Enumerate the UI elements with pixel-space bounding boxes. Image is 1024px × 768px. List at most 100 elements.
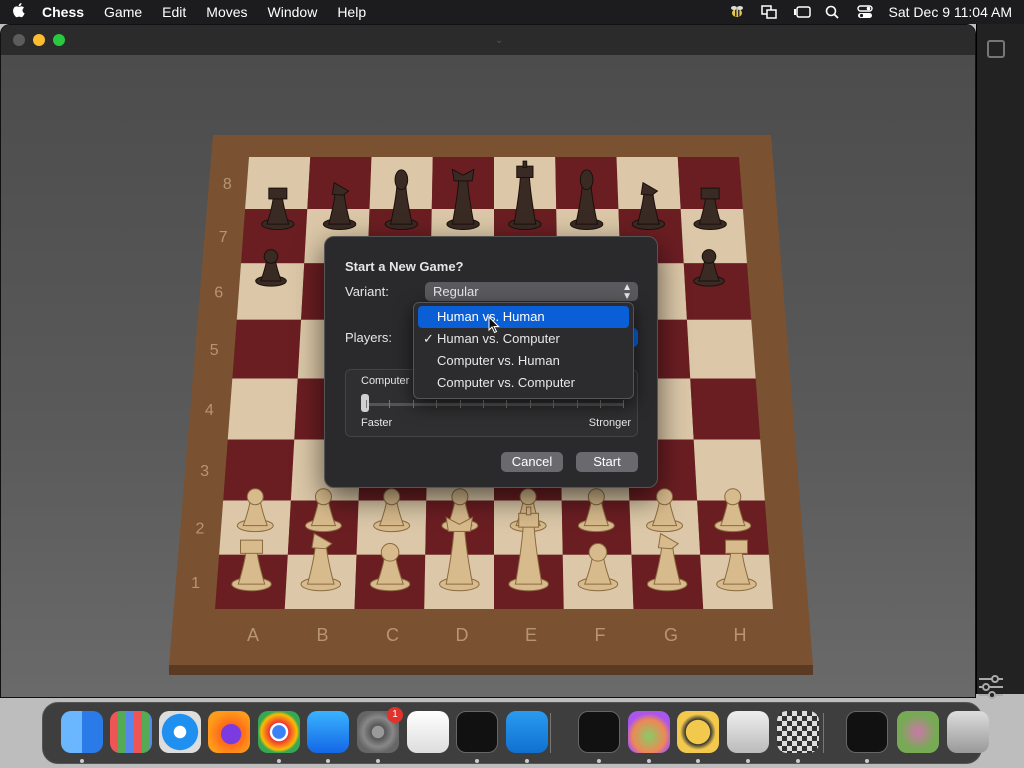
running-indicator [475,759,479,763]
file-label: C [386,625,399,645]
running-indicator [277,759,281,763]
dock-separator [823,713,824,753]
rank-label: 6 [214,284,223,301]
option-label: Computer vs. Computer [437,375,575,390]
chess-icon[interactable] [777,711,819,753]
option-computer-vs-computer[interactable]: Computer vs. Computer [418,372,629,394]
zoom-window-button[interactable] [53,34,65,46]
display-mirror-icon[interactable] [760,5,777,19]
stage-manager-icon[interactable] [793,5,811,19]
option-computer-vs-human[interactable]: Computer vs. Human [418,350,629,372]
rank-label: 8 [223,176,232,193]
finder-icon[interactable] [61,711,103,753]
safari-icon[interactable] [159,711,201,753]
menu-window[interactable]: Window [268,4,318,20]
board-square[interactable] [690,378,761,440]
launchpad-icon[interactable] [110,711,152,753]
menu-game[interactable]: Game [104,4,142,20]
notification-badge: 1 [387,707,403,723]
chevron-down-icon: ⌄ [495,35,504,46]
board-square[interactable] [683,263,752,320]
running-indicator [696,759,700,763]
stronger-label: Stronger [588,417,631,429]
dock: 1 [42,702,989,764]
strength-slider-thumb[interactable] [361,394,369,412]
running-indicator [865,759,869,763]
dialog-title: Start a New Game? [345,259,464,274]
slider-tick [553,400,555,408]
minimize-window-button[interactable] [33,34,45,46]
running-indicator [597,759,601,763]
trash-icon[interactable] [947,711,989,753]
option-human-vs-computer[interactable]: ✓ Human vs. Computer [418,328,629,350]
bee-icon[interactable] [729,5,745,19]
file-label: A [247,625,259,645]
faster-label: Faster [361,417,393,429]
slider-tick [506,400,508,408]
title-bar[interactable]: ⌄ [1,25,975,55]
chrome-icon[interactable] [258,711,300,753]
slider-tick [600,400,601,408]
slider-tick [576,400,578,408]
running-indicator [746,759,750,763]
rank-label: 3 [200,463,209,480]
slider-tick [459,400,461,408]
file-label: G [664,625,678,645]
apple-menu-icon[interactable] [12,2,42,23]
textedit-icon[interactable] [407,711,449,753]
variant-popup[interactable]: Regular ▲ ▼ [425,282,638,302]
computer-label: Computer [361,375,410,387]
menu-help[interactable]: Help [337,4,366,20]
close-window-button[interactable] [13,34,25,46]
control-center-icon[interactable] [856,5,873,19]
strength-slider-track[interactable] [366,403,624,406]
colorsync-icon[interactable] [628,711,670,753]
players-label: Players: [345,330,392,345]
slider-tick [366,400,367,408]
slider-tick [483,400,484,408]
players-menu: Human vs. Human ✓ Human vs. Computer Com… [413,302,634,399]
rank-label: 4 [205,402,214,419]
system-settings-icon[interactable]: 1 [357,707,403,753]
bee-app-icon[interactable] [677,711,719,753]
colorsync-window-icon[interactable] [897,711,939,753]
terminal-icon[interactable] [456,711,498,753]
file-label: E [525,625,537,645]
board-square[interactable] [232,319,302,379]
disk-utility-icon[interactable] [727,711,769,753]
sliders-icon[interactable] [977,674,1005,700]
menu-moves[interactable]: Moves [206,4,247,20]
firefox-icon[interactable] [208,711,250,753]
app-store-icon[interactable] [307,711,349,753]
running-indicator [326,759,330,763]
cancel-button[interactable]: Cancel [501,452,563,472]
mouse-pointer-icon [488,316,500,334]
slider-tick [529,400,531,408]
running-indicator [796,759,800,763]
file-label: D [456,625,469,645]
copy-icon[interactable] [987,40,1005,58]
menu-edit[interactable]: Edit [162,4,186,20]
board-square[interactable] [227,378,298,440]
running-indicator [647,759,651,763]
rank-label: 2 [195,521,204,538]
vscode-icon[interactable] [506,711,548,753]
option-human-vs-human[interactable]: Human vs. Human [418,306,629,328]
running-indicator [80,759,84,763]
board-square[interactable] [686,319,756,379]
variant-value: Regular [433,284,479,299]
start-button[interactable]: Start [576,452,638,472]
checkmark-icon: ✓ [423,331,434,346]
window-preview-icon[interactable] [846,711,888,753]
activity-monitor-icon[interactable] [578,711,620,753]
menu-clock[interactable]: Sat Dec 9 11:04 AM [889,4,1012,20]
rank-label: 5 [210,342,219,359]
search-icon[interactable] [825,5,841,19]
running-indicator [525,759,529,763]
rank-label: 7 [219,229,228,246]
menu-app-name[interactable]: Chess [42,4,84,20]
file-label: B [317,625,329,645]
variant-label: Variant: [345,284,389,299]
menu-bar: Chess Game Edit Moves Window Help Sat De… [0,0,1024,24]
background-window[interactable] [976,24,1024,699]
